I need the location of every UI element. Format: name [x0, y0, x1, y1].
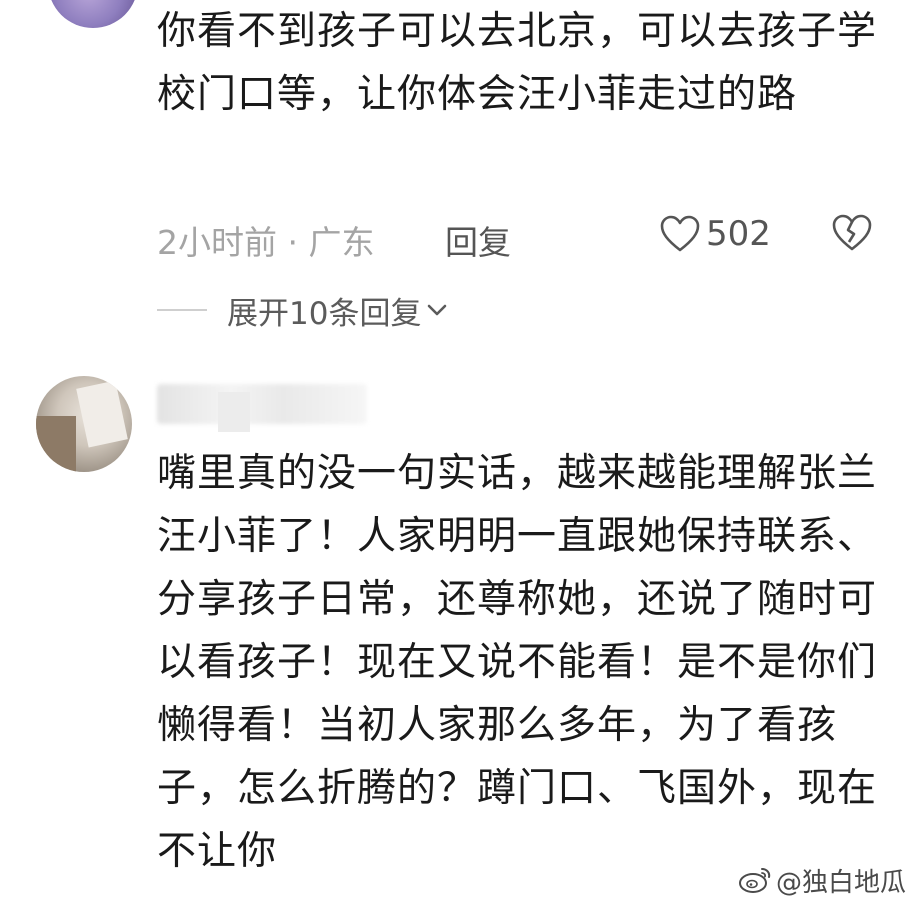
like-button[interactable]: 502 — [660, 212, 771, 256]
redaction-block — [218, 392, 250, 432]
avatar[interactable] — [36, 376, 132, 472]
username-redacted — [157, 384, 367, 424]
expand-replies-label: 展开10条回复 — [227, 295, 422, 332]
comment-text: 你看不到孩子可以去北京，可以去孩子学校门口等，让你体会汪小菲走过的路 — [157, 9, 878, 117]
watermark: @独白地瓜 — [731, 860, 912, 900]
avatar[interactable] — [48, 0, 138, 28]
expand-replies-button[interactable]: 展开10条回复 — [157, 288, 449, 332]
broken-heart-icon[interactable] — [832, 214, 872, 252]
chevron-down-icon — [428, 304, 447, 316]
weibo-icon — [738, 868, 771, 893]
reply-button[interactable]: 回复 — [445, 216, 511, 264]
like-count: 502 — [706, 214, 771, 254]
divider — [157, 309, 207, 311]
heart-outline-icon — [660, 215, 700, 252]
watermark-text: @独白地瓜 — [775, 867, 906, 898]
comment-text: 嘴里真的没一句实话，越来越能理解张兰汪小菲了！人家明明一直跟她保持联系、分享孩子… — [157, 451, 878, 874]
comment-meta: 2小时前 · 广东 回复 502 — [157, 208, 877, 262]
comment-time-location: 2小时前 · 广东 — [157, 223, 375, 262]
